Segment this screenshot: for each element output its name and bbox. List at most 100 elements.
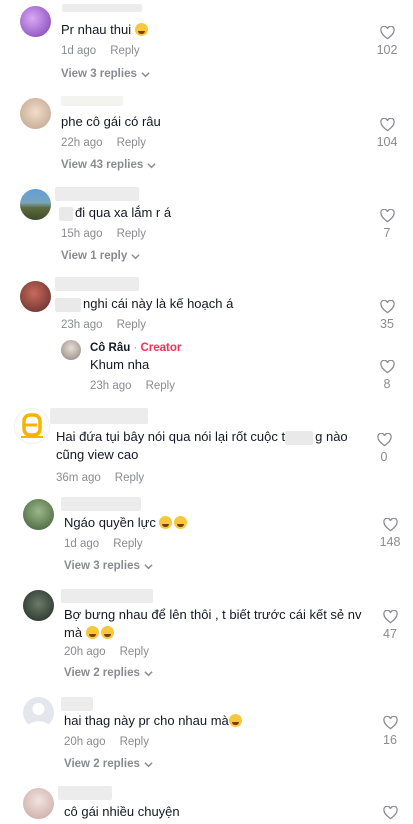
reply-meta: 23h ago Reply <box>90 380 175 392</box>
avatar[interactable] <box>23 788 54 819</box>
comment-time: 1d ago <box>61 45 97 57</box>
heart-icon <box>382 610 398 624</box>
chevron-down-icon <box>147 162 156 168</box>
username[interactable] <box>61 96 123 106</box>
like-count: 35 <box>380 317 394 331</box>
like-count: 8 <box>383 377 391 391</box>
heart-icon <box>379 118 395 132</box>
avatar[interactable] <box>23 697 54 728</box>
reply-author[interactable]: Cô Râu <box>90 342 130 354</box>
avatar[interactable] <box>20 281 51 312</box>
like-button[interactable]: 7 <box>372 209 402 240</box>
comment-text: Bợ bưng nhau để lên thôi , t biết trước … <box>64 607 362 640</box>
like-count: 102 <box>376 43 398 57</box>
comment-time: 36m ago <box>56 472 101 484</box>
creator-badge: Creator <box>140 342 182 354</box>
chevron-down-icon <box>141 71 150 77</box>
comment-text: cô gái nhiều chuyện <box>64 804 180 819</box>
username[interactable] <box>61 497 141 511</box>
username[interactable] <box>55 187 139 201</box>
comment-time: 20h ago <box>64 736 106 748</box>
creator-avatar[interactable] <box>61 340 81 360</box>
comment-time: 15h ago <box>61 228 103 240</box>
username[interactable] <box>58 786 112 800</box>
reply-button[interactable]: Reply <box>120 646 149 658</box>
view-replies-button[interactable]: View 3 replies <box>61 68 150 80</box>
like-button[interactable]: 104 <box>372 118 402 149</box>
view-replies-button[interactable]: View 2 replies <box>64 667 153 679</box>
sweat-smile-icon <box>134 23 148 36</box>
reply-time: 23h ago <box>90 380 132 392</box>
comment-text: Ngáo quyền lực <box>64 514 188 532</box>
reply-button[interactable]: Reply <box>117 228 146 240</box>
username[interactable] <box>61 589 153 603</box>
username[interactable] <box>61 697 93 711</box>
like-count: 104 <box>376 135 398 149</box>
mention-tag[interactable] <box>59 206 73 221</box>
reply-text: Khum nha <box>90 357 150 372</box>
view-replies-button[interactable]: View 2 replies <box>64 758 153 770</box>
like-count: 0 <box>380 450 388 464</box>
comment-time: 22h ago <box>61 137 103 149</box>
reply-button[interactable]: Reply <box>117 137 146 149</box>
like-button[interactable]: 16 <box>375 716 405 747</box>
comment-meta: 20h ago Reply <box>64 646 149 658</box>
comment-text: nghi cái này là kế hoạch á <box>55 295 233 313</box>
comment-text: hai thag này pr cho nhau mà <box>64 712 242 730</box>
like-button[interactable]: 102 <box>372 26 402 57</box>
username[interactable] <box>62 4 142 12</box>
sweat-smile-icon <box>228 714 242 727</box>
avatar[interactable] <box>23 590 54 621</box>
comment-meta: 22h ago Reply <box>61 137 146 149</box>
like-count: 148 <box>379 535 401 549</box>
heart-icon <box>376 433 392 447</box>
like-button[interactable] <box>375 806 405 823</box>
chevron-down-icon <box>144 563 153 569</box>
reply-button[interactable]: Reply <box>110 45 139 57</box>
sweat-smile-icon <box>100 626 114 639</box>
view-replies-button[interactable]: View 3 replies <box>64 560 153 572</box>
like-button[interactable]: 47 <box>375 610 405 641</box>
comment-meta: 20h ago Reply <box>64 736 149 748</box>
logo-icon <box>21 413 43 438</box>
comment-time: 1d ago <box>64 538 100 550</box>
reply-button[interactable]: Reply <box>113 538 142 550</box>
mention-tag[interactable] <box>55 297 81 312</box>
default-avatar-icon <box>27 703 50 728</box>
comment-meta: 36m ago Reply <box>56 472 144 484</box>
comment-text: Pr nhau thui <box>61 21 148 39</box>
comment-meta: 1d ago Reply <box>61 45 140 57</box>
username[interactable] <box>55 277 139 291</box>
avatar[interactable] <box>20 98 51 129</box>
heart-icon <box>379 300 395 314</box>
view-replies-button[interactable]: View 1 reply <box>61 250 140 262</box>
chevron-down-icon <box>144 670 153 676</box>
comment-meta: 15h ago Reply <box>61 228 146 240</box>
reply-button[interactable]: Reply <box>115 472 144 484</box>
like-button[interactable]: 35 <box>372 300 402 331</box>
avatar[interactable] <box>23 499 54 530</box>
comment-text: đi qua xa lắm r á <box>59 204 171 222</box>
like-button[interactable]: 0 <box>369 433 399 464</box>
avatar[interactable] <box>20 6 51 37</box>
reply-button[interactable]: Reply <box>120 736 149 748</box>
avatar[interactable] <box>20 189 51 220</box>
comment-text: phe cô gái có râu <box>61 114 161 129</box>
sweat-smile-icon <box>85 626 99 639</box>
heart-icon <box>382 716 398 730</box>
comment-time: 23h ago <box>61 319 103 331</box>
comment-meta: 23h ago Reply <box>61 319 146 331</box>
chevron-down-icon <box>144 761 153 767</box>
reply-button[interactable]: Reply <box>146 380 175 392</box>
reply-button[interactable]: Reply <box>117 319 146 331</box>
avatar[interactable] <box>14 408 50 444</box>
heart-icon <box>382 518 398 532</box>
mention-tag[interactable] <box>285 430 314 445</box>
heart-icon <box>379 209 395 223</box>
like-count: 47 <box>383 627 397 641</box>
comment-meta: 1d ago Reply <box>64 538 143 550</box>
like-button[interactable]: 148 <box>375 518 405 549</box>
view-replies-button[interactable]: View 43 replies <box>61 159 156 171</box>
like-button[interactable]: 8 <box>372 360 402 391</box>
username[interactable] <box>50 408 148 424</box>
